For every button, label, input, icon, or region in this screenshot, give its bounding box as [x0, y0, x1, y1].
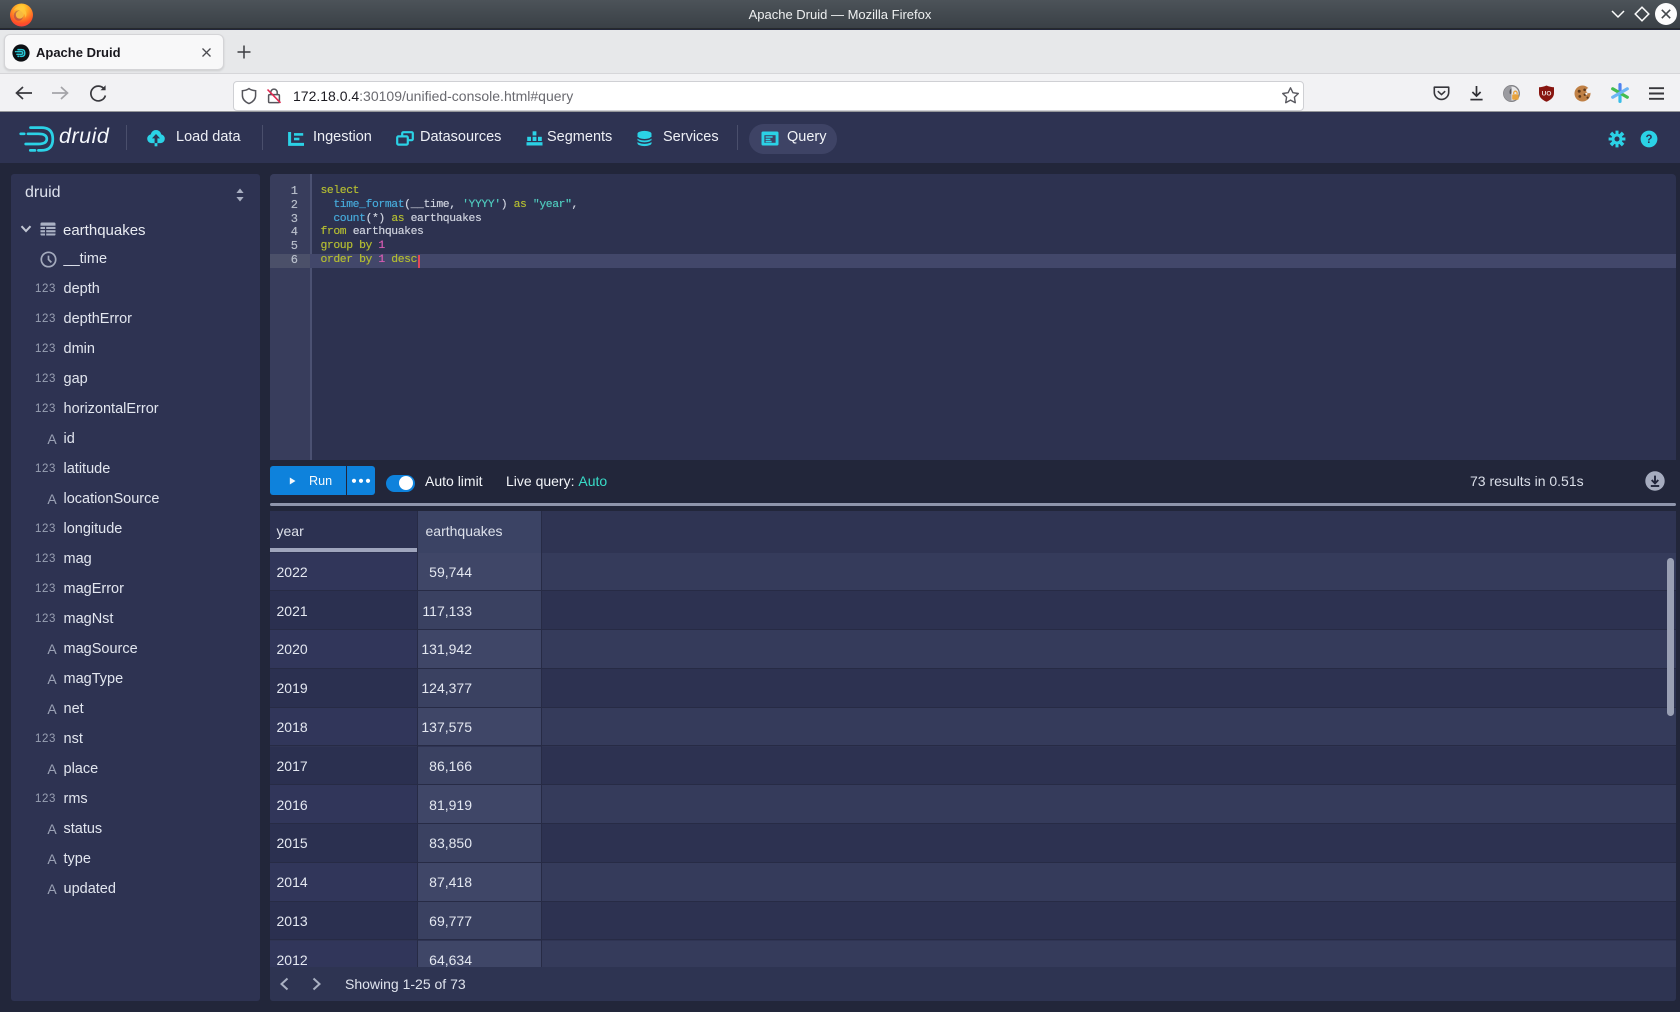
svg-text:?: ?: [1645, 134, 1652, 146]
svg-text:UO: UO: [1542, 91, 1552, 98]
